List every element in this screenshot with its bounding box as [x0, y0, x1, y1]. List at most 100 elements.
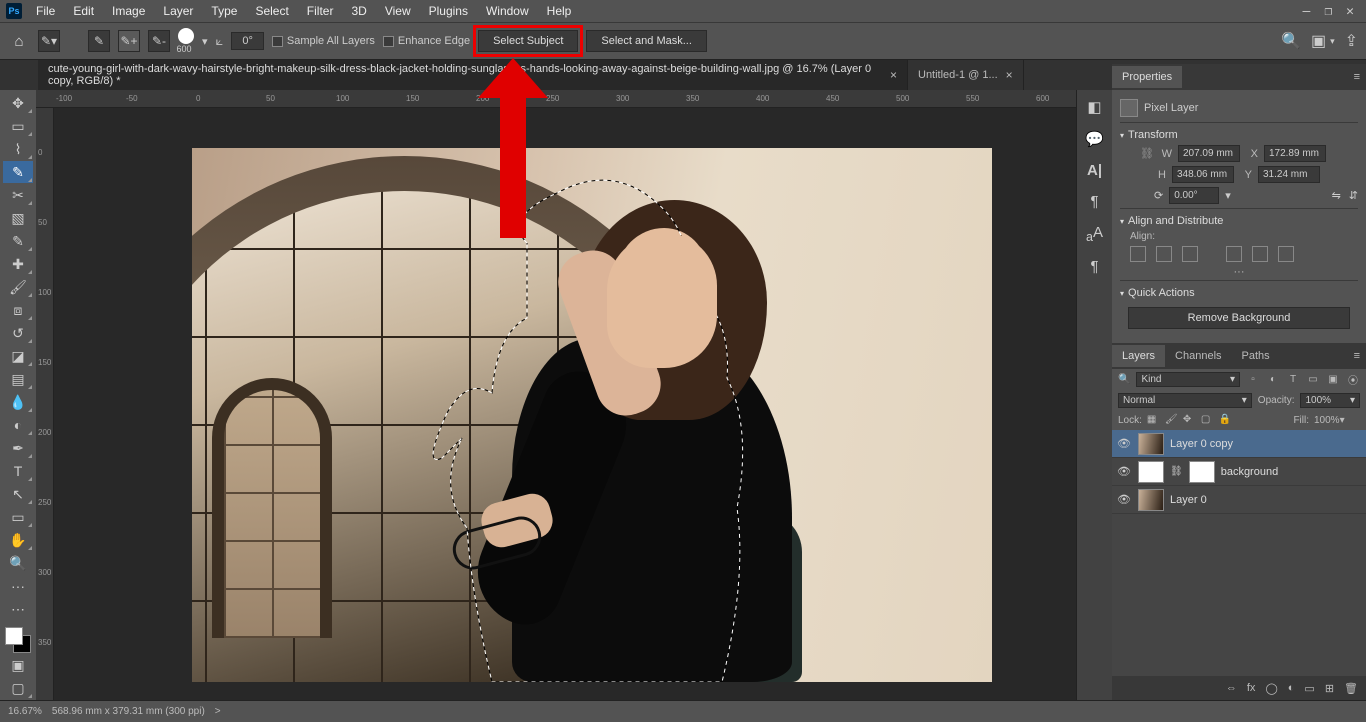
document-tab-active[interactable]: cute-young-girl-with-dark-wavy-hairstyle… — [38, 60, 908, 90]
canvas[interactable] — [192, 148, 992, 682]
screen-mode[interactable]: ▢ — [3, 677, 33, 699]
new-selection-mode[interactable]: ✎ — [88, 30, 110, 52]
angle-dropdown-icon[interactable]: ▾ — [1225, 189, 1231, 202]
menu-select[interactable]: Select — [247, 2, 296, 20]
document-tab-2[interactable]: Untitled-1 @ 1... × — [908, 60, 1024, 90]
more-align-icon[interactable]: ··· — [1120, 266, 1358, 278]
layer-name[interactable]: background — [1221, 466, 1362, 478]
gradient-tool[interactable]: ▤ — [3, 368, 33, 390]
adjustment-layer-icon[interactable]: ◐ — [1288, 682, 1295, 694]
status-caret[interactable]: > — [215, 706, 221, 717]
menu-window[interactable]: Window — [478, 2, 537, 20]
panel-menu-icon[interactable]: ≡ — [1354, 71, 1366, 83]
sample-all-layers-checkbox[interactable]: Sample All Layers — [272, 35, 375, 47]
menu-plugins[interactable]: Plugins — [421, 2, 476, 20]
menu-image[interactable]: Image — [104, 2, 153, 20]
vertical-ruler[interactable]: 0 50 100 150 200 250 300 350 — [36, 108, 54, 700]
filter-adjust-icon[interactable]: ◐ — [1266, 373, 1280, 387]
dodge-tool[interactable]: ◐ — [3, 414, 33, 436]
crop-tool[interactable]: ✂ — [3, 184, 33, 206]
type-tool[interactable]: T — [3, 460, 33, 482]
select-and-mask-button[interactable]: Select and Mask... — [586, 30, 707, 52]
filter-smart-icon[interactable]: ▣ — [1326, 373, 1340, 387]
align-section-header[interactable]: ▾Align and Distribute — [1120, 211, 1358, 231]
align-vcenter-icon[interactable] — [1252, 246, 1268, 262]
delete-layer-icon[interactable]: 🗑 — [1344, 682, 1358, 695]
angle-field[interactable]: 0.00° — [1169, 187, 1219, 204]
remove-background-button[interactable]: Remove Background — [1128, 307, 1350, 329]
document-dimensions[interactable]: 568.96 mm x 379.31 mm (300 ppi) — [52, 706, 205, 717]
visibility-toggle[interactable]: 👁 — [1116, 493, 1132, 506]
menu-type[interactable]: Type — [203, 2, 245, 20]
filter-shape-icon[interactable]: ▭ — [1306, 373, 1320, 387]
layer-thumbnail[interactable] — [1138, 489, 1164, 511]
quick-mask-toggle[interactable]: ▣ — [3, 654, 33, 676]
quick-selection-tool[interactable]: ✎ — [3, 161, 33, 183]
frame-mode-icon[interactable]: ▣▾ — [1311, 31, 1335, 51]
restore-button[interactable]: ❐ — [1324, 4, 1332, 19]
channels-tab[interactable]: Channels — [1165, 345, 1231, 367]
menu-3d[interactable]: 3D — [343, 2, 374, 20]
hand-tool[interactable]: ✋ — [3, 529, 33, 551]
add-selection-mode[interactable]: ✎+ — [118, 30, 140, 52]
brush-preview[interactable] — [178, 28, 194, 44]
menu-view[interactable]: View — [377, 2, 419, 20]
color-panel-icon[interactable]: ◧ — [1087, 98, 1101, 116]
minimize-button[interactable]: — — [1303, 4, 1311, 19]
blend-mode-dropdown[interactable]: Normal▾ — [1118, 393, 1252, 408]
x-field[interactable]: 172.89 mm — [1264, 145, 1326, 162]
healing-tool[interactable]: ✚ — [3, 253, 33, 275]
flip-horizontal-icon[interactable]: ⇋ — [1332, 189, 1341, 202]
pen-tool[interactable]: ✒ — [3, 437, 33, 459]
marquee-tool[interactable]: ▭ — [3, 115, 33, 137]
glyphs-panel-icon[interactable]: aA — [1086, 224, 1103, 244]
y-field[interactable]: 31.24 mm — [1258, 166, 1320, 183]
horizontal-ruler[interactable]: -100 -50 0 50 100 150 200 250 300 350 40… — [36, 90, 1076, 108]
subtract-selection-mode[interactable]: ✎- — [148, 30, 170, 52]
filter-pixel-icon[interactable]: ▫ — [1246, 373, 1260, 387]
history-brush-tool[interactable]: ↺ — [3, 322, 33, 344]
align-hcenter-icon[interactable] — [1156, 246, 1172, 262]
menu-file[interactable]: File — [28, 2, 63, 20]
edit-toolbar[interactable]: ⋯ — [3, 598, 33, 620]
zoom-level[interactable]: 16.67% — [8, 706, 42, 717]
home-button[interactable]: ⌂ — [8, 30, 30, 52]
lock-artboard-icon[interactable]: ▢ — [1201, 414, 1214, 427]
width-field[interactable]: 207.09 mm — [1178, 145, 1240, 162]
enhance-edge-checkbox[interactable]: Enhance Edge — [383, 35, 470, 47]
quick-actions-header[interactable]: ▾Quick Actions — [1120, 283, 1358, 303]
layers-tab[interactable]: Layers — [1112, 345, 1165, 367]
layer-name[interactable]: Layer 0 copy — [1170, 438, 1362, 450]
search-icon[interactable]: 🔍 — [1281, 31, 1301, 51]
visibility-toggle[interactable]: 👁 — [1116, 465, 1132, 478]
mask-link-icon[interactable]: ⛓ — [1170, 466, 1183, 477]
layer-thumbnail[interactable] — [1138, 433, 1164, 455]
flip-vertical-icon[interactable]: ⇵ — [1349, 189, 1358, 202]
foreground-color[interactable] — [5, 627, 23, 645]
move-tool[interactable]: ✥ — [3, 92, 33, 114]
swatches-panel-icon[interactable]: 💬 — [1085, 130, 1104, 148]
fill-field[interactable]: 100%▾ — [1314, 415, 1360, 426]
menu-layer[interactable]: Layer — [155, 2, 201, 20]
close-window-button[interactable]: ✕ — [1346, 4, 1354, 19]
lock-pixels-icon[interactable]: 🖌 — [1165, 414, 1178, 427]
zoom-tool[interactable]: 🔍 — [3, 552, 33, 574]
filter-type-icon[interactable]: T — [1286, 373, 1300, 387]
link-layers-icon[interactable]: ⇔ — [1226, 682, 1237, 694]
filter-search-icon[interactable]: 🔍 — [1118, 374, 1130, 385]
new-layer-icon[interactable]: ⊞ — [1325, 682, 1334, 695]
paths-tab[interactable]: Paths — [1232, 345, 1280, 367]
layer-fx-icon[interactable]: fx — [1247, 682, 1256, 694]
tab-close-icon[interactable]: × — [1006, 68, 1013, 82]
height-field[interactable]: 348.06 mm — [1172, 166, 1234, 183]
layer-row[interactable]: 👁 Layer 0 copy — [1112, 430, 1366, 458]
lasso-tool[interactable]: ⌇ — [3, 138, 33, 160]
frame-tool[interactable]: ▧ — [3, 207, 33, 229]
transform-section-header[interactable]: ▾Transform — [1120, 125, 1358, 145]
angle-field[interactable]: 0° — [231, 32, 264, 50]
menu-help[interactable]: Help — [539, 2, 580, 20]
shape-tool[interactable]: ▭ — [3, 506, 33, 528]
menu-edit[interactable]: Edit — [65, 2, 102, 20]
lock-transparent-icon[interactable]: ▦ — [1147, 414, 1160, 427]
align-right-icon[interactable] — [1182, 246, 1198, 262]
